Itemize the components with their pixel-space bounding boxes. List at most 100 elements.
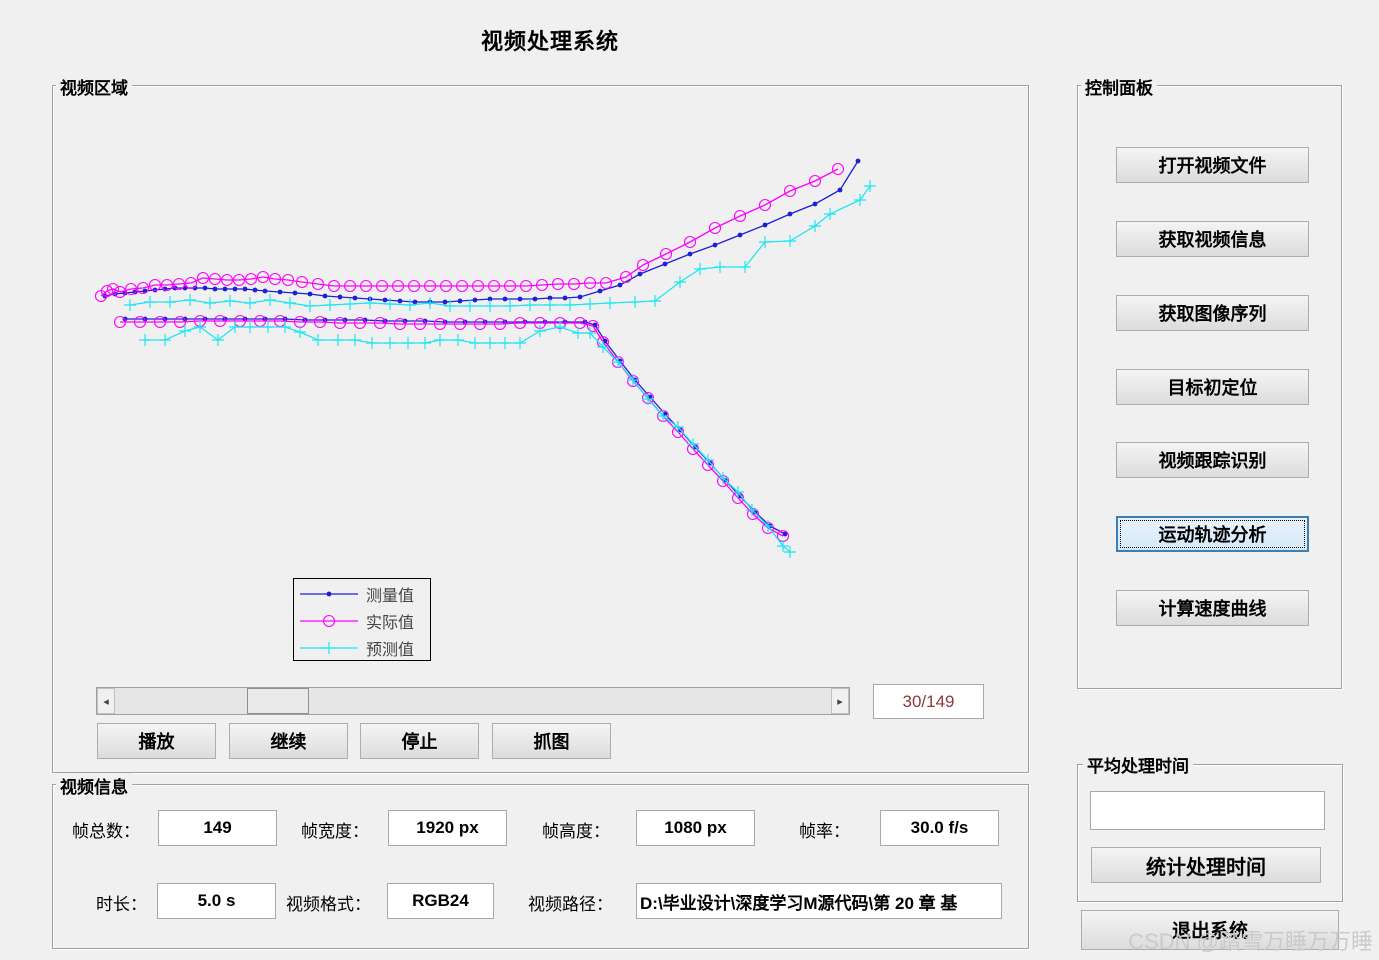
frame-width-field: 1920 px (388, 810, 507, 846)
series-point (855, 158, 861, 164)
series-point (277, 289, 283, 295)
slider-right-arrow-icon[interactable]: ▸ (831, 688, 849, 714)
series-point (617, 282, 623, 288)
series-point (787, 211, 793, 217)
video-path-field: D:\毕业设计\深度学习M源代码\第 20 章 基 (636, 883, 1002, 919)
series-point (144, 296, 156, 308)
slider-left-arrow-icon[interactable]: ◂ (97, 688, 115, 714)
watermark: CSDN @踏雪万睡万万睡 (1128, 929, 1373, 954)
get-video-info-button[interactable]: 获取视频信息 (1116, 221, 1309, 257)
avg-time-field (1090, 791, 1325, 830)
plot-legend: 测量值 实际值 预测值 (293, 578, 431, 661)
series-line (100, 168, 839, 297)
video-path-label: 视频路径： (528, 895, 613, 915)
series-point (502, 296, 508, 302)
series-point (284, 297, 296, 309)
series-measured (102, 158, 861, 537)
series-line (104, 160, 859, 303)
legend-symbol (326, 591, 332, 597)
series-point (662, 261, 668, 267)
series-point (739, 261, 751, 273)
series-point (629, 296, 641, 308)
frame-height-field: 1080 px (636, 810, 755, 846)
series-line (129, 185, 871, 307)
series-point (714, 261, 726, 273)
resume-button[interactable]: 继续 (229, 723, 348, 759)
fps-label: 帧率： (799, 822, 850, 842)
series-point (384, 337, 396, 349)
series-point (244, 297, 256, 309)
series-point (232, 286, 238, 292)
series-point (349, 334, 361, 346)
series-point (504, 300, 516, 312)
play-button[interactable]: 播放 (97, 723, 216, 759)
video-area-label: 视频区域 (56, 74, 132, 99)
series-point (194, 321, 206, 333)
series-point (159, 334, 171, 346)
series-point (649, 295, 661, 307)
total-frames-label: 帧总数： (72, 822, 140, 842)
series-point (252, 287, 258, 293)
trajectory-plot (94, 158, 876, 558)
series-point (499, 337, 511, 349)
series-point (472, 297, 478, 303)
series-point (762, 222, 768, 228)
frame-counter: 30/149 (873, 684, 984, 719)
fps-field: 30.0 f/s (880, 810, 999, 846)
series-point (812, 201, 818, 207)
legend-marker-actual (300, 614, 358, 628)
compute-time-button[interactable]: 统计处理时间 (1091, 847, 1321, 883)
series-point (837, 187, 843, 193)
series-point (577, 294, 583, 300)
series-point (824, 208, 836, 220)
video-info-label: 视频信息 (56, 773, 132, 798)
series-point (352, 295, 358, 301)
series-point (179, 325, 191, 337)
slider-thumb[interactable] (247, 688, 309, 714)
series-point (304, 300, 316, 312)
series-point (784, 235, 796, 247)
series-predicted (124, 180, 876, 558)
series-point (564, 299, 576, 311)
frame-slider[interactable]: ◂ ▸ (96, 687, 850, 715)
frame-width-label: 帧宽度： (301, 822, 369, 842)
series-point (324, 299, 336, 311)
series-point (264, 294, 276, 306)
series-point (442, 299, 448, 305)
trajectory-analysis-button[interactable]: 运动轨迹分析 (1116, 516, 1309, 552)
get-image-sequence-button[interactable]: 获取图像序列 (1116, 295, 1309, 331)
series-point (712, 242, 718, 248)
series-point (674, 276, 686, 288)
legend-label-predicted: 预测值 (366, 640, 415, 659)
legend-item-actual: 实际值 (298, 608, 414, 634)
stop-button[interactable]: 停止 (360, 723, 479, 759)
compute-speed-curve-button[interactable]: 计算速度曲线 (1116, 590, 1309, 626)
duration-field: 5.0 s (157, 883, 276, 919)
series-point (312, 334, 324, 346)
series-point (484, 337, 496, 349)
video-tracking-button[interactable]: 视频跟踪识别 (1116, 442, 1309, 478)
series-point (212, 286, 218, 292)
video-format-field: RGB24 (387, 883, 494, 919)
series-point (212, 334, 224, 346)
series-point (434, 334, 446, 346)
series-point (322, 293, 328, 299)
series-point (332, 334, 344, 346)
series-point (544, 299, 556, 311)
series-point (307, 291, 313, 297)
series-point (366, 337, 378, 349)
initial-target-locate-button[interactable]: 目标初定位 (1116, 369, 1309, 405)
series-point (202, 285, 208, 291)
series-point (402, 337, 414, 349)
series-point (242, 286, 248, 292)
series-point (597, 288, 603, 294)
series-point (397, 298, 403, 304)
total-frames-field: 149 (158, 810, 277, 846)
series-point (424, 297, 436, 309)
series-point (469, 337, 481, 349)
series-point (604, 297, 616, 309)
video-info-panel (52, 784, 1029, 949)
series-point (382, 297, 388, 303)
open-video-button[interactable]: 打开视频文件 (1116, 147, 1309, 183)
capture-button[interactable]: 抓图 (492, 723, 611, 759)
